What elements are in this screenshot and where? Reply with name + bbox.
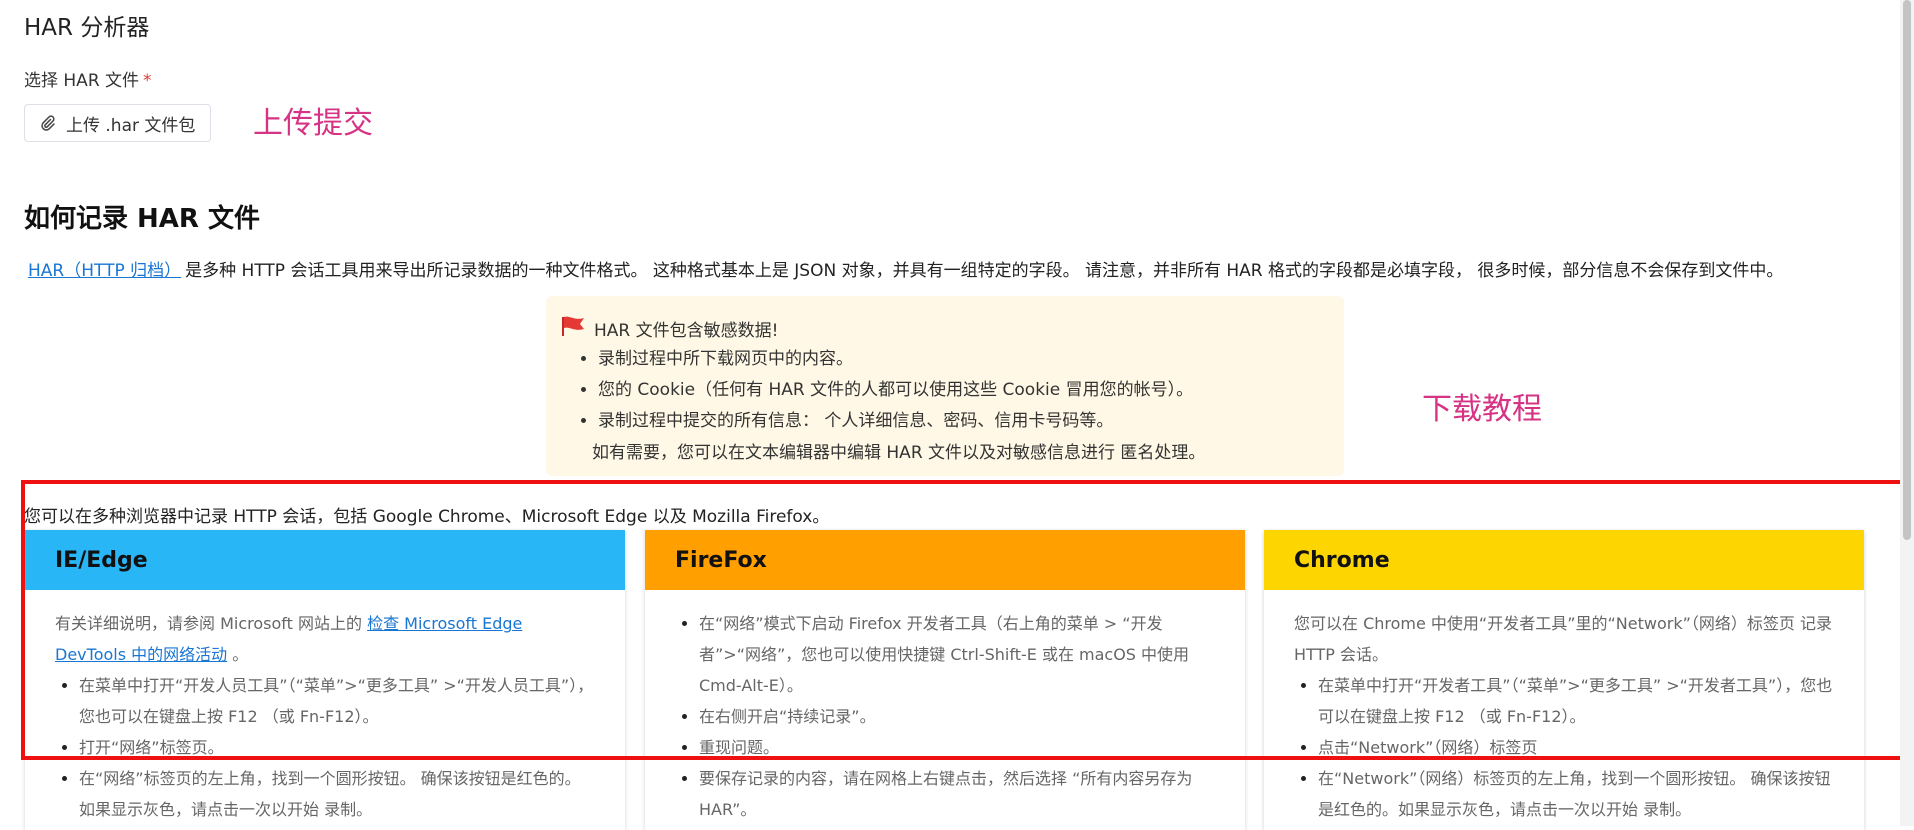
card-header-ie-edge: IE/Edge [25, 530, 625, 590]
upload-har-button[interactable]: 上传 .har 文件包 [24, 104, 212, 142]
card-step: 在“网络”模式下启动 Firefox 开发者工具（右上角的菜单 > “开发者”>… [699, 608, 1215, 701]
card-step: 点击“Network”（网络）标签页 [1318, 732, 1834, 763]
card-step: 在菜单中打开“开发者工具”（“菜单”>“更多工具” >“开发者工具”），您也可以… [1318, 670, 1834, 732]
annotation-upload: 上传提交 [253, 106, 373, 141]
card-ie-edge: IE/Edge 有关详细说明，请参阅 Microsoft 网站上的 检查 Mic… [25, 530, 625, 830]
card-paragraph-end: 。 [232, 645, 249, 664]
card-step: 在右侧开启“持续记录”。 [699, 701, 1215, 732]
card-body-firefox: 在“网络”模式下启动 Firefox 开发者工具（右上角的菜单 > “开发者”>… [645, 590, 1245, 825]
card-step-list: 在“网络”模式下启动 Firefox 开发者工具（右上角的菜单 > “开发者”>… [675, 608, 1215, 825]
sensitive-data-warning: HAR 文件包含敏感数据! 录制过程中所下载网页中的内容。 您的 Cookie（… [546, 296, 1344, 476]
card-header-firefox: FireFox [645, 530, 1245, 590]
warning-footer: 如有需要，您可以在文本编辑器中编辑 HAR 文件以及对敏感信息进行 匿名处理。 [592, 443, 1206, 463]
card-step: 要保存记录的内容，请在网格上右键点击，然后选择 “所有内容另存为 HAR”。 [699, 763, 1215, 825]
card-paragraph: 有关详细说明，请参阅 Microsoft 网站上的 检查 Microsoft E… [55, 608, 595, 670]
card-firefox: FireFox 在“网络”模式下启动 Firefox 开发者工具（右上角的菜单 … [645, 530, 1245, 830]
intro-paragraph: HAR（HTTP 归档） 是多种 HTTP 会话工具用来导出所记录数据的一种文件格… [24, 256, 1783, 281]
card-paragraph: 您可以在 Chrome 中使用“开发者工具”里的“Network”（网络）标签页… [1294, 614, 1832, 664]
warning-item: 录制过程中提交的所有信息： 个人详细信息、密码、信用卡号码等。 [598, 406, 1328, 437]
card-step: 在“Network”（网络）标签页的左上角，找到一个圆形按钮。 确保该按钮是红色… [1318, 763, 1834, 825]
warning-item: 录制过程中所下载网页中的内容。 [598, 344, 1328, 375]
warning-title: HAR 文件包含敏感数据! [594, 320, 779, 341]
browsers-intro: 您可以在多种浏览器中记录 HTTP 会话，包括 Google Chrome、Mi… [24, 507, 830, 527]
paperclip-icon [40, 115, 56, 131]
card-body-ie-edge: 有关详细说明，请参阅 Microsoft 网站上的 检查 Microsoft E… [25, 590, 625, 825]
card-step: 在“网络”标签页的左上角，找到一个圆形按钮。 确保该按钮是红色的。 如果显示灰色… [79, 763, 595, 825]
card-header-chrome: Chrome [1264, 530, 1864, 590]
warning-list: 录制过程中所下载网页中的内容。 您的 Cookie（任何有 HAR 文件的人都可… [560, 344, 1328, 437]
file-select-label-text: 选择 HAR 文件 [24, 71, 140, 91]
warning-item: 您的 Cookie（任何有 HAR 文件的人都可以使用这些 Cookie 冒用您… [598, 375, 1328, 406]
annotation-download: 下载教程 [1422, 392, 1542, 427]
file-select-label: 选择 HAR 文件 * [24, 66, 152, 91]
har-definition-link[interactable]: HAR（HTTP 归档） [28, 261, 181, 281]
card-step-list: 在菜单中打开“开发者工具”（“菜单”>“更多工具” >“开发者工具”），您也可以… [1294, 670, 1834, 825]
page-title: HAR 分析器 [24, 15, 150, 41]
card-step: 在菜单中打开“开发人员工具”（“菜单”>“更多工具” >“开发人员工具”），您也… [79, 670, 595, 732]
section-title: 如何记录 HAR 文件 [24, 204, 261, 234]
card-paragraph-text: 有关详细说明，请参阅 Microsoft 网站上的 [55, 614, 362, 633]
scrollbar-thumb[interactable] [1903, 0, 1911, 540]
red-flag-icon [560, 315, 586, 342]
upload-button-label: 上传 .har 文件包 [66, 115, 196, 136]
card-step: 打开“网络”标签页。 [79, 732, 595, 763]
required-mark: * [143, 71, 152, 91]
card-chrome: Chrome 您可以在 Chrome 中使用“开发者工具”里的“Network”… [1264, 530, 1864, 830]
card-step: 重现问题。 [699, 732, 1215, 763]
intro-text: 是多种 HTTP 会话工具用来导出所记录数据的一种文件格式。 这种格式基本上是 … [185, 261, 1784, 281]
card-body-chrome: 您可以在 Chrome 中使用“开发者工具”里的“Network”（网络）标签页… [1264, 590, 1864, 825]
page-scrollbar[interactable] [1900, 0, 1914, 826]
card-step-list: 在菜单中打开“开发人员工具”（“菜单”>“更多工具” >“开发人员工具”），您也… [55, 670, 595, 825]
